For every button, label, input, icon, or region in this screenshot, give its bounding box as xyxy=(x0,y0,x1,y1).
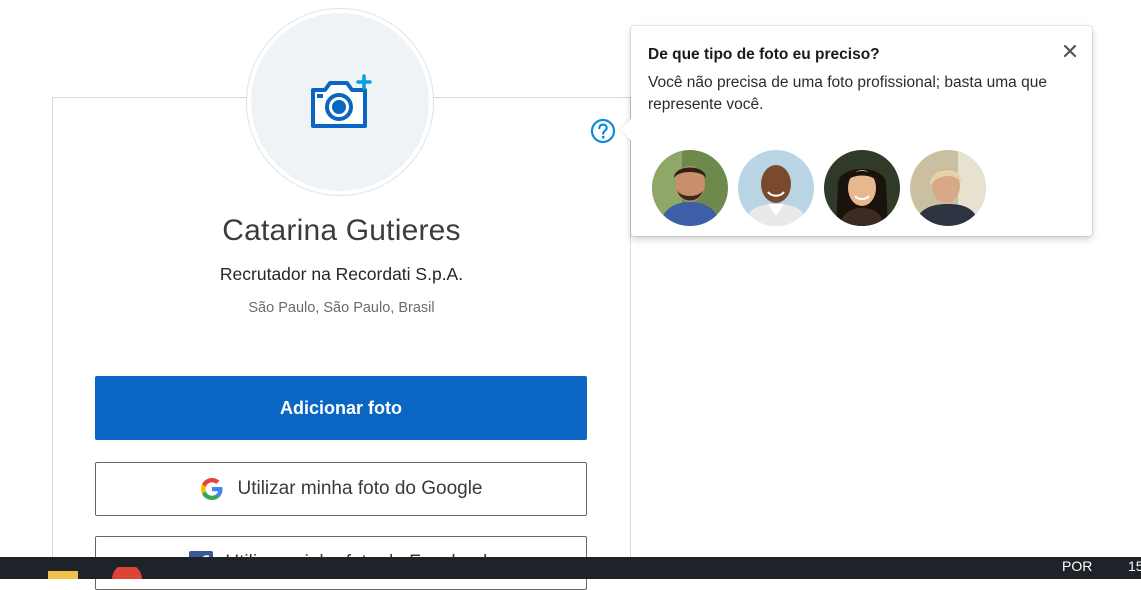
add-photo-button[interactable]: Adicionar foto xyxy=(95,376,587,440)
example-photo xyxy=(738,150,814,226)
example-photo xyxy=(652,150,728,226)
help-icon[interactable] xyxy=(590,118,616,144)
example-photo xyxy=(910,150,986,226)
add-photo-avatar[interactable] xyxy=(251,13,429,191)
example-photo xyxy=(824,150,900,226)
popover-body: Você não precisa de uma foto profissiona… xyxy=(648,74,1047,113)
google-photo-button[interactable]: Utilizar minha foto do Google xyxy=(95,462,587,516)
chrome-icon[interactable] xyxy=(112,567,142,579)
profile-location: São Paulo, São Paulo, Brasil xyxy=(248,300,435,316)
folder-icon[interactable] xyxy=(48,571,78,579)
taskbar-language[interactable]: POR xyxy=(1062,558,1092,574)
popover-title: De que tipo de foto eu preciso? xyxy=(648,46,880,63)
windows-taskbar: POR 15 xyxy=(0,557,1141,579)
profile-name: Catarina Gutieres xyxy=(222,214,461,247)
google-photo-label: Utilizar minha foto do Google xyxy=(237,478,483,499)
camera-add-icon xyxy=(311,74,372,128)
close-icon[interactable] xyxy=(1059,40,1081,62)
profile-headline: Recrutador na Recordati S.p.A. xyxy=(219,264,464,284)
photo-tip-popover: De que tipo de foto eu preciso? Você não… xyxy=(619,26,1092,236)
taskbar-clock[interactable]: 15 xyxy=(1128,558,1141,574)
google-icon xyxy=(201,478,223,500)
